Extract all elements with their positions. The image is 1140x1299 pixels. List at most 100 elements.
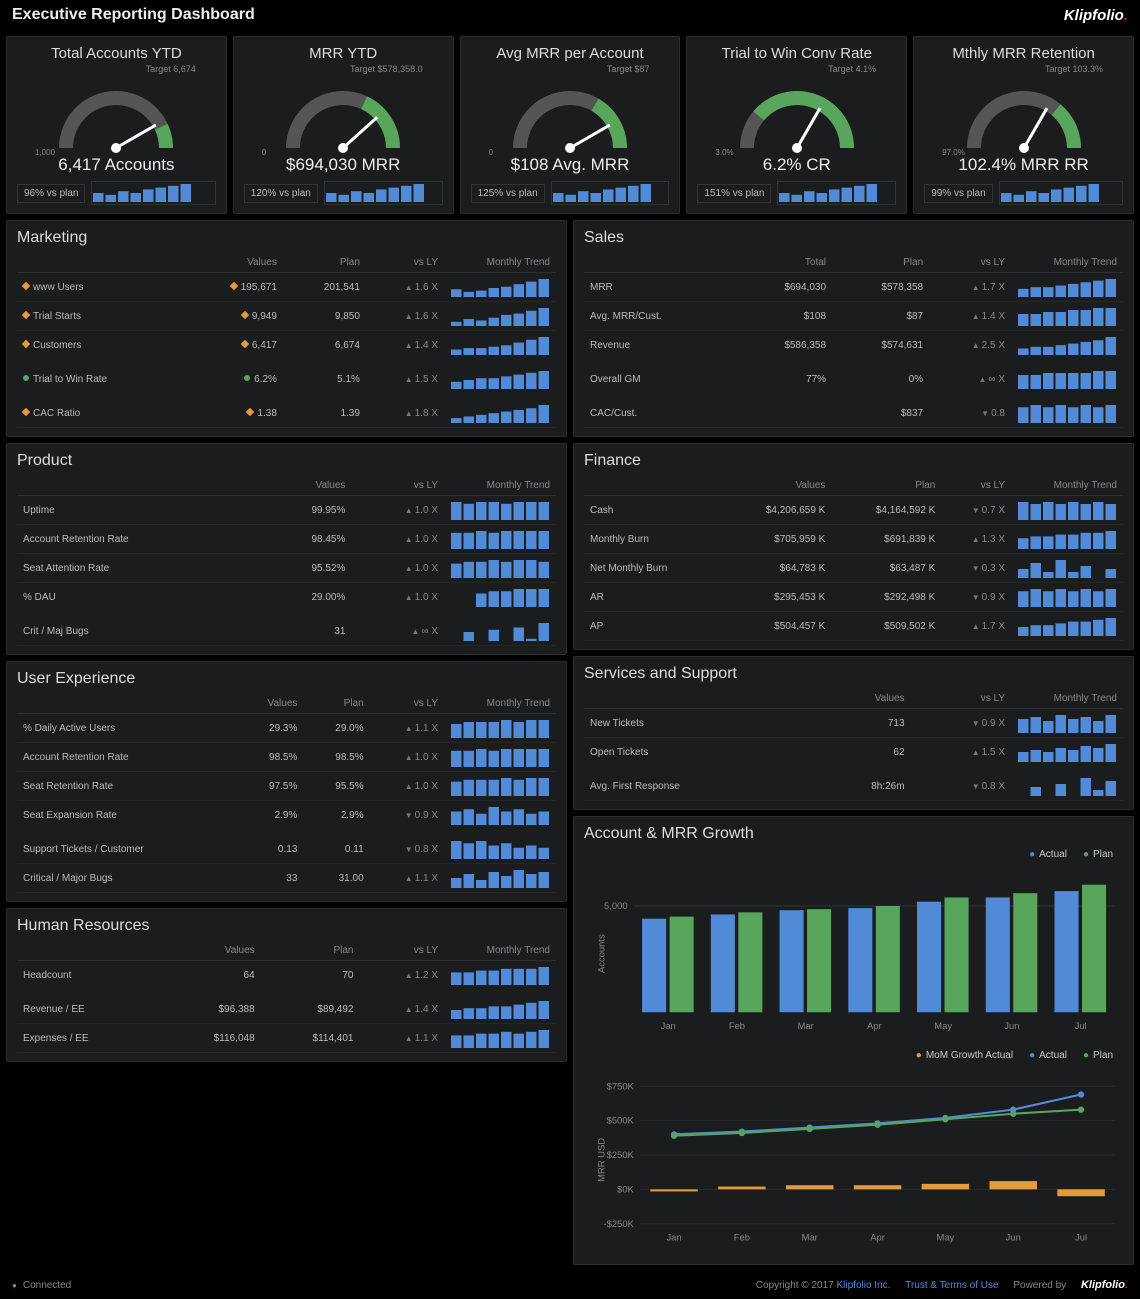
kpi-title: MRR YTD [309, 45, 377, 62]
kpi-target: Target $87 [607, 64, 650, 74]
svg-text:Apr: Apr [867, 1020, 882, 1031]
kpi-target: Target 103.3% [1045, 64, 1103, 74]
product-card: Product Valuesvs LYMonthly TrendUptime99… [6, 443, 567, 655]
gauge-min: 0 [489, 148, 493, 157]
table-row: Seat Retention Rate97.5%95.5%1.0 X [17, 772, 556, 801]
kpi-title: Trial to Win Conv Rate [722, 45, 872, 62]
table-row: Expenses / EE$116,048$114,4011.1 X [17, 1024, 556, 1053]
gauge-min: 0 [262, 148, 266, 157]
gauge-icon [46, 78, 186, 158]
section-title: Services and Support [584, 665, 1123, 683]
terms-link[interactable]: Trust & Terms of Use [905, 1280, 998, 1291]
svg-text:May: May [934, 1020, 952, 1031]
table-row: Support Tickets / Customer0.130.110.8 X [17, 832, 556, 864]
svg-text:-$250K: -$250K [604, 1218, 635, 1229]
svg-text:May: May [937, 1232, 955, 1243]
kpi-sparkline [91, 181, 215, 205]
section-title: User Experience [17, 670, 556, 688]
svg-text:Feb: Feb [734, 1232, 750, 1243]
table-row: Net Monthly Burn$64,783 K$63,487 K0.3 X [584, 554, 1123, 583]
table-row: Account Retention Rate98.45%1.0 X [17, 525, 556, 554]
section-title: Account & MRR Growth [584, 825, 1123, 843]
legend-line: MoM Growth Actual Actual Plan [594, 1050, 1113, 1061]
svg-text:5,000: 5,000 [604, 900, 628, 911]
legend-bar: Actual Plan [594, 849, 1113, 860]
svg-text:Mar: Mar [802, 1232, 818, 1243]
finance-card: Finance ValuesPlanvs LYMonthly TrendCash… [573, 443, 1134, 650]
kpi-title: Mthly MRR Retention [952, 45, 1095, 62]
table-row: Open Tickets621.5 X [584, 738, 1123, 770]
footer-logo: Klipfolio [1081, 1279, 1128, 1291]
connection-status: Connected [12, 1280, 71, 1291]
kpi-vs-plan: 120% vs plan [244, 184, 318, 203]
table-row: Avg. MRR/Cust.$108$871.4 X [584, 302, 1123, 331]
growth-card: Account & MRR Growth Actual Plan 5,000 Ac… [573, 816, 1134, 1265]
svg-text:$0K: $0K [617, 1184, 634, 1195]
kpi-vs-plan: 125% vs plan [471, 184, 545, 203]
kpi-card: Avg MRR per Account Target $87 0 $108 Av… [460, 36, 681, 214]
table-row: CAC/Cust.$8370.8 [584, 396, 1123, 428]
table-row: AR$295,453 K$292,498 K0.9 X [584, 583, 1123, 612]
gauge-icon [500, 78, 640, 158]
kpi-sparkline [551, 181, 670, 205]
table-row: AP$504,457 K$509,502 K1.7 X [584, 612, 1123, 641]
table-row: % Daily Active Users29.3%29.0%1.1 X [17, 714, 556, 743]
svg-text:Jul: Jul [1075, 1020, 1087, 1031]
kpi-target: Target 4.1% [828, 64, 876, 74]
svg-text:Jun: Jun [1004, 1020, 1019, 1031]
section-title: Human Resources [17, 917, 556, 935]
table-row: Uptime99.95%1.0 X [17, 496, 556, 525]
sales-card: Sales TotalPlanvs LYMonthly TrendMRR$694… [573, 220, 1134, 437]
kpi-sparkline [999, 181, 1123, 205]
section-title: Marketing [17, 229, 556, 247]
legend-plan-line: Plan [1083, 1050, 1113, 1061]
table-row: Trial to Win Rate6.2%5.1%1.5 X [17, 362, 556, 396]
section-title: Finance [584, 452, 1123, 470]
svg-text:MRR USD: MRR USD [596, 1138, 607, 1182]
gauge-icon [727, 78, 867, 158]
company-link[interactable]: Klipfolio Inc. [837, 1280, 891, 1291]
kpi-card: Mthly MRR Retention Target 103.3% 97.0% … [913, 36, 1134, 214]
kpi-vs-plan: 151% vs plan [697, 184, 771, 203]
kpi-vs-plan: 96% vs plan [17, 184, 85, 203]
table-row: Avg. First Response8h:26m0.8 X [584, 769, 1123, 801]
gauge-icon [273, 78, 413, 158]
table-row: Overall GM77%0%∞ X [584, 362, 1123, 396]
kpi-vs-plan: 99% vs plan [924, 184, 992, 203]
legend-mom: MoM Growth Actual [916, 1050, 1013, 1061]
table-row: Crit / Maj Bugs31∞ X [17, 614, 556, 646]
svg-text:Jan: Jan [666, 1232, 681, 1243]
kpi-title: Avg MRR per Account [496, 45, 643, 62]
legend-actual: Actual [1029, 849, 1067, 860]
powered-by: Powered by [1013, 1280, 1066, 1291]
svg-text:$500K: $500K [607, 1115, 635, 1126]
table-row: CAC Ratio1.381.391.8 X [17, 396, 556, 428]
table-row: Seat Attention Rate95.52%1.0 X [17, 554, 556, 583]
page-title: Executive Reporting Dashboard [12, 6, 255, 24]
table-row: www Users195,671201,5411.6 X [17, 273, 556, 302]
section-title: Product [17, 452, 556, 470]
header: Executive Reporting Dashboard Klipfolio [0, 0, 1140, 30]
table-row: Monthly Burn$705,959 K$691,839 K1.3 X [584, 525, 1123, 554]
kpi-sparkline [777, 181, 896, 205]
table-row: Cash$4,206,659 K$4,164,592 K0.7 X [584, 496, 1123, 525]
ux-card: User Experience ValuesPlanvs LYMonthly T… [6, 661, 567, 902]
table-row: % DAU29.00%1.0 X [17, 583, 556, 615]
kpi-target: Target 6,674 [146, 64, 196, 74]
kpi-title: Total Accounts YTD [51, 45, 182, 62]
table-row: MRR$694,030$578,3581.7 X [584, 273, 1123, 302]
svg-text:$750K: $750K [607, 1081, 635, 1092]
svg-text:Jul: Jul [1075, 1232, 1087, 1243]
accounts-bar-chart: 5,000AccountsJanFebMarAprMayJunJul [584, 866, 1123, 1044]
kpi-card: Total Accounts YTD Target 6,674 1,000 6,… [6, 36, 227, 214]
table-row: Headcount64701.2 X [17, 961, 556, 993]
copyright: Copyright © 2017 Klipfolio Inc. [744, 1280, 891, 1291]
legend-plan: Plan [1083, 849, 1113, 860]
section-title: Sales [584, 229, 1123, 247]
kpi-card: MRR YTD Target $578,358.0 0 $694,030 MRR… [233, 36, 454, 214]
svg-text:Accounts: Accounts [596, 934, 607, 973]
table-row: New Tickets7130.9 X [584, 709, 1123, 738]
svg-text:Apr: Apr [870, 1232, 885, 1243]
brand-logo: Klipfolio [1064, 7, 1128, 24]
marketing-card: Marketing ValuesPlanvs LYMonthly Trendww… [6, 220, 567, 437]
